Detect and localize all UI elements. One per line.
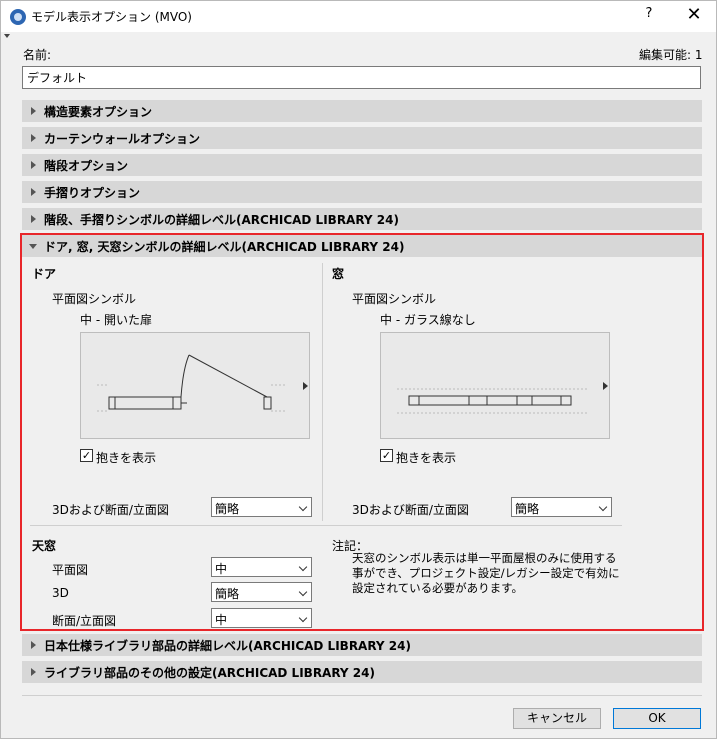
select-value: 簡略 xyxy=(515,502,540,516)
corner-arrow-icon xyxy=(4,34,10,38)
window-plan-symbol-label: 平面図シンボル xyxy=(352,292,437,306)
door-symbol-preview xyxy=(80,332,310,439)
chevron-down-icon xyxy=(298,613,308,623)
panel-divider-horizontal xyxy=(30,525,622,526)
expand-triangle-icon xyxy=(31,107,36,115)
door-heading: ドア xyxy=(32,267,57,281)
panel-divider-vertical xyxy=(322,263,323,521)
skylight-3d-select[interactable]: 簡略 xyxy=(211,582,312,602)
section-japan-library-detail[interactable]: 日本仕様ライブラリ部品の詳細レベル(ARCHICAD LIBRARY 24) xyxy=(22,634,702,656)
door-3d-section-select[interactable]: 簡略 xyxy=(211,497,312,517)
door-plan-drawing-icon xyxy=(97,354,285,412)
skylight-heading: 天窓 xyxy=(32,539,57,553)
preview-next-arrow-icon[interactable] xyxy=(603,382,608,390)
skylight-plan-select[interactable]: 中 xyxy=(211,557,312,577)
section-library-other-settings[interactable]: ライブラリ部品のその他の設定(ARCHICAD LIBRARY 24) xyxy=(22,661,702,683)
cancel-button[interactable]: キャンセル xyxy=(513,708,601,729)
dialog-window: モデル表示オプション (MVO) ? ✕ 名前: 編集可能: 1 構造要素オプシ… xyxy=(0,0,717,739)
chevron-down-icon xyxy=(598,502,608,512)
door-show-swing-checkbox[interactable]: ✓ xyxy=(80,449,93,462)
window-symbol-preview xyxy=(380,332,610,439)
section-label: 階段、手摺りシンボルの詳細レベル(ARCHICAD LIBRARY 24) xyxy=(44,213,399,227)
section-label: 日本仕様ライブラリ部品の詳細レベル(ARCHICAD LIBRARY 24) xyxy=(44,639,411,653)
section-label: ドア, 窓, 天窓シンボルの詳細レベル(ARCHICAD LIBRARY 24) xyxy=(44,240,405,254)
name-label: 名前: xyxy=(23,48,52,62)
select-value: 簡略 xyxy=(215,502,240,516)
editable-count-label: 編集可能: 1 xyxy=(639,48,703,62)
name-input[interactable] xyxy=(22,66,701,89)
section-label: 階段オプション xyxy=(44,159,129,173)
help-button[interactable]: ? xyxy=(637,6,661,26)
expand-triangle-icon xyxy=(31,134,36,142)
section-door-window-skylight-detail[interactable]: ドア, 窓, 天窓シンボルの詳細レベル(ARCHICAD LIBRARY 24) xyxy=(22,235,702,257)
skylight-section-select[interactable]: 中 xyxy=(211,608,312,628)
note-text: 天窓のシンボル表示は単一平面屋根のみに使用する事ができ、プロジェクト設定/レガシ… xyxy=(352,551,620,595)
section-stair-railing-symbol-detail[interactable]: 階段、手摺りシンボルの詳細レベル(ARCHICAD LIBRARY 24) xyxy=(22,208,702,230)
section-curtain-wall-options[interactable]: カーテンウォールオプション xyxy=(22,127,702,149)
select-value: 中 xyxy=(215,562,228,576)
door-3d-section-label: 3Dおよび断面/立面図 xyxy=(52,503,169,517)
door-plan-symbol-value: 中 - 開いた扉 xyxy=(80,313,152,327)
expand-triangle-icon xyxy=(31,668,36,676)
expand-triangle-icon xyxy=(31,215,36,223)
door-plan-symbol-label: 平面図シンボル xyxy=(52,292,137,306)
chevron-down-icon xyxy=(298,562,308,572)
window-plan-drawing-icon xyxy=(397,388,587,414)
window-3d-section-select[interactable]: 簡略 xyxy=(511,497,612,517)
section-label: ライブラリ部品のその他の設定(ARCHICAD LIBRARY 24) xyxy=(44,666,375,680)
expand-triangle-icon xyxy=(31,188,36,196)
window-show-swing-label: 抱きを表示 xyxy=(396,451,457,465)
archicad-app-icon xyxy=(10,9,26,25)
chevron-down-icon xyxy=(298,587,308,597)
footer-divider xyxy=(22,695,702,696)
door-show-swing-label: 抱きを表示 xyxy=(96,451,157,465)
window-show-swing-checkbox[interactable]: ✓ xyxy=(380,449,393,462)
section-label: 手摺りオプション xyxy=(44,186,141,200)
select-value: 中 xyxy=(215,613,228,627)
skylight-plan-label: 平面図 xyxy=(52,563,89,577)
select-value: 簡略 xyxy=(215,587,240,601)
skylight-3d-label: 3D xyxy=(52,586,69,600)
close-button[interactable]: ✕ xyxy=(682,4,706,28)
section-label: カーテンウォールオプション xyxy=(44,132,201,146)
collapse-triangle-icon xyxy=(29,244,37,249)
title-bar: モデル表示オプション (MVO) ? ✕ xyxy=(1,1,716,32)
section-stair-options[interactable]: 階段オプション xyxy=(22,154,702,176)
preview-next-arrow-icon[interactable] xyxy=(303,382,308,390)
expand-triangle-icon xyxy=(31,161,36,169)
section-label: 構造要素オプション xyxy=(44,105,153,119)
chevron-down-icon xyxy=(298,502,308,512)
ok-button[interactable]: OK xyxy=(613,708,701,729)
window-3d-section-label: 3Dおよび断面/立面図 xyxy=(352,503,469,517)
section-railing-options[interactable]: 手摺りオプション xyxy=(22,181,702,203)
section-structural-options[interactable]: 構造要素オプション xyxy=(22,100,702,122)
window-heading: 窓 xyxy=(332,267,345,281)
skylight-section-label: 断面/立面図 xyxy=(52,614,117,628)
window-title: モデル表示オプション (MVO) xyxy=(31,10,192,24)
expand-triangle-icon xyxy=(31,641,36,649)
window-plan-symbol-value: 中 - ガラス線なし xyxy=(380,313,476,327)
